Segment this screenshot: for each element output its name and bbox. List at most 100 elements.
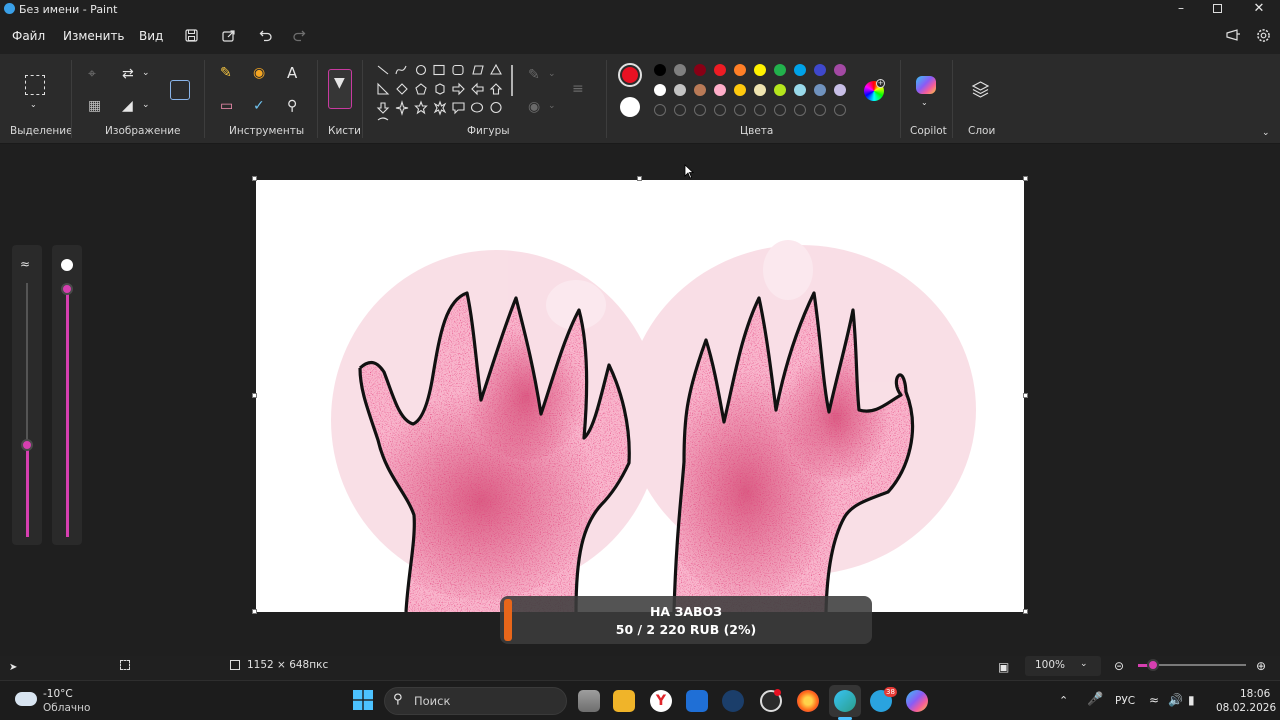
palette-swatch[interactable] [654,84,666,96]
crop-icon[interactable]: ⌖ [88,67,96,81]
palette-swatch[interactable] [754,84,766,96]
canvas-handle-right[interactable] [1023,393,1028,398]
pencil-icon[interactable]: ✎ [220,66,232,80]
palette-swatch[interactable] [794,84,806,96]
resize-chevron-icon[interactable]: ⌄ [142,66,150,80]
image-creator-icon[interactable] [170,80,190,100]
canvas-handle-top[interactable] [637,176,642,181]
canvas-handle-top-left[interactable] [252,176,257,181]
feedback-icon[interactable] [1226,29,1241,43]
battery-icon[interactable]: ▮ [1188,693,1195,707]
copilot-chevron-icon[interactable]: ⌄ [921,96,928,110]
minimize-button[interactable]: – [1174,1,1188,15]
ribbon-divider [362,60,363,138]
zoom-slider-thumb[interactable] [1147,659,1159,671]
close-button[interactable]: ✕ [1252,1,1266,16]
drawing-canvas[interactable] [256,180,1024,612]
palette-swatch[interactable] [774,64,786,76]
tray-overflow-chevron-icon[interactable]: ⌃ [1059,694,1068,708]
color-picker-icon[interactable]: ✓ [253,99,265,113]
primary-color-swatch[interactable] [618,63,642,87]
custom-color-slot[interactable] [774,104,786,116]
yandex-browser-icon[interactable]: Y [650,690,672,712]
weather-icon[interactable] [15,692,37,706]
firefox-icon[interactable] [797,690,819,712]
palette-swatch[interactable] [734,84,746,96]
custom-color-slot[interactable] [814,104,826,116]
palette-swatch[interactable] [734,64,746,76]
restore-button[interactable] [1213,4,1222,13]
palette-swatch[interactable] [814,84,826,96]
canvas-handle-left[interactable] [252,393,257,398]
copilot-taskbar-icon[interactable] [906,690,928,712]
eraser-icon[interactable]: ▭ [220,99,233,113]
palette-swatch[interactable] [714,64,726,76]
brush-opacity-fill[interactable] [65,289,69,537]
start-windows-icon[interactable] [353,690,373,710]
palette-swatch[interactable] [834,84,846,96]
fill-bucket-icon[interactable]: ◉ [253,66,265,80]
taskbar-search-box[interactable] [384,687,567,715]
clock-date[interactable]: 08.02.2026 [1216,702,1276,714]
palette-swatch[interactable] [694,84,706,96]
custom-color-slot[interactable] [654,104,666,116]
undo-icon[interactable] [259,29,273,42]
palette-swatch[interactable] [674,64,686,76]
task-view-icon[interactable] [578,690,600,712]
layers-icon[interactable] [971,80,990,99]
ribbon-collapse-icon[interactable]: ⌄ [1262,126,1270,140]
menu-edit[interactable]: Изменить [63,29,125,43]
resize-icon[interactable]: ⇄ [122,67,134,81]
file-explorer-icon[interactable] [613,690,635,712]
magnifier-icon[interactable]: ⚲ [287,99,297,113]
copilot-icon[interactable] [916,76,936,94]
palette-swatch[interactable] [774,84,786,96]
rotate-icon[interactable]: ◢ [122,99,133,113]
palette-swatch[interactable] [754,64,766,76]
fit-to-window-icon[interactable]: ▣ [998,660,1009,674]
custom-color-slot[interactable] [694,104,706,116]
brush-opacity-thumb[interactable] [61,283,73,295]
paint-taskbar-icon[interactable] [834,690,856,712]
clock-time[interactable]: 18:06 [1240,688,1270,700]
custom-color-slot[interactable] [734,104,746,116]
palette-swatch[interactable] [694,64,706,76]
volume-icon[interactable]: 🔊 [1168,693,1183,707]
steam-icon[interactable] [722,690,744,712]
zoom-in-icon[interactable]: ⊕ [1256,659,1266,673]
custom-color-slot[interactable] [714,104,726,116]
canvas-handle-bottom-left[interactable] [252,609,257,614]
custom-color-slot[interactable] [754,104,766,116]
custom-color-slot[interactable] [834,104,846,116]
palette-swatch[interactable] [834,64,846,76]
selection-chevron-icon[interactable]: ⌄ [30,98,37,112]
canvas-handle-bottom-right[interactable] [1023,609,1028,614]
zoom-out-icon[interactable]: ⊝ [1114,659,1124,673]
app-blue-icon[interactable] [686,690,708,712]
menu-view[interactable]: Вид [139,29,163,43]
palette-swatch[interactable] [674,84,686,96]
custom-color-slot[interactable] [674,104,686,116]
windows-taskbar: -10°C Облачно ⚲ Поиск Y 38 ⌃ 🎤 РУС ≈ 🔊 ▮… [0,680,1280,720]
palette-swatch[interactable] [794,64,806,76]
rotate-chevron-icon[interactable]: ⌄ [142,98,150,112]
palette-swatch[interactable] [654,64,666,76]
selection-tool-icon[interactable] [25,75,45,95]
share-icon[interactable] [222,29,236,42]
secondary-color-swatch[interactable] [620,97,640,117]
image-remove-bg-icon[interactable]: ▦ [88,99,101,113]
palette-swatch[interactable] [714,84,726,96]
save-icon[interactable] [185,29,198,42]
canvas-handle-top-right[interactable] [1023,176,1028,181]
settings-gear-icon[interactable] [1256,28,1271,43]
palette-swatch[interactable] [814,64,826,76]
input-language[interactable]: РУС [1115,695,1135,707]
custom-color-slot[interactable] [794,104,806,116]
shapes-gallery[interactable] [374,62,514,124]
wifi-icon[interactable]: ≈ [1149,693,1159,707]
redo-icon[interactable] [292,29,306,42]
microphone-icon[interactable]: 🎤 [1087,693,1103,707]
text-tool-icon[interactable]: A [287,66,297,81]
menu-file[interactable]: Файл [12,29,45,43]
brush-size-thumb[interactable] [21,439,33,451]
